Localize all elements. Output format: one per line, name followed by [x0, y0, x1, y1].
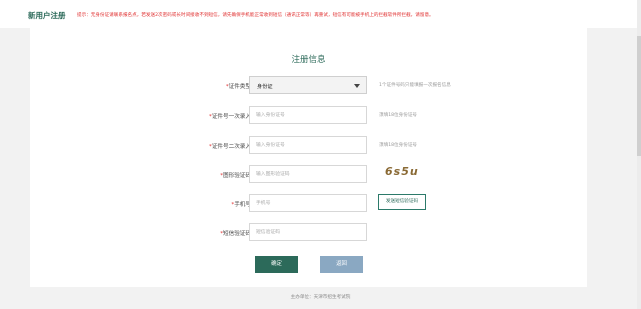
id-first-label-text: 证件号一次录入: [211, 114, 251, 120]
id-second-input[interactable]: [249, 136, 367, 154]
row-id-type: *证件类型 身份证 1个证件号码只能填报一次报名信息: [30, 76, 587, 96]
id-first-hint: 须填18位身份证号: [379, 113, 418, 118]
captcha-image[interactable]: 6s5u: [385, 165, 419, 178]
id-type-label-text: 证件类型: [228, 84, 251, 90]
id-second-hint: 须填18位身份证号: [379, 143, 418, 148]
chevron-down-icon: [354, 84, 360, 88]
row-sms-code: *短信验证码: [30, 223, 587, 243]
form-title: 注册信息: [291, 55, 326, 65]
row-id-first: *证件号一次录入 须填18位身份证号: [30, 106, 587, 126]
id-type-value: 身份证: [257, 84, 273, 90]
captcha-label-text: 图形验证码: [223, 173, 251, 179]
page-title: 新用户注册: [28, 11, 66, 20]
registration-card: 注册信息 *证件类型 身份证 1个证件号码只能填报一次报名信息 *证件号一次录入…: [30, 28, 587, 287]
row-phone: *手机号 发送短信验证码: [30, 194, 587, 214]
notice-text: 提示：无身份证请联系报名点，若发送2次密码或长时间接收不到短信，请先确保手机能正…: [77, 13, 434, 18]
captcha-input[interactable]: [249, 165, 367, 183]
captcha-label: *图形验证码: [220, 171, 251, 179]
id-second-label-text: 证件号二次录入: [211, 144, 251, 150]
confirm-button[interactable]: 确定: [255, 256, 298, 273]
id-type-label: *证件类型: [226, 82, 251, 90]
id-type-hint: 1个证件号码只能填报一次报名信息: [379, 83, 451, 88]
sms-code-label-text: 短信验证码: [223, 231, 251, 237]
row-id-second: *证件号二次录入 须填18位身份证号: [30, 136, 587, 156]
top-bar: 新用户注册 提示：无身份证请联系报名点，若发送2次密码或长时间接收不到短信，请先…: [0, 0, 641, 28]
row-captcha: *图形验证码 6s5u: [30, 165, 587, 185]
id-first-input[interactable]: [249, 106, 367, 124]
sms-code-label: *短信验证码: [220, 229, 251, 237]
back-button[interactable]: 返回: [320, 256, 363, 273]
id-type-select[interactable]: 身份证: [249, 76, 367, 94]
scrollbar-thumb[interactable]: [637, 36, 641, 156]
footer-text: 主办单位：天津市招生考试院: [290, 295, 351, 300]
id-first-label: *证件号一次录入: [209, 112, 251, 120]
sms-code-input[interactable]: [249, 223, 367, 241]
id-second-label: *证件号二次录入: [209, 142, 251, 150]
send-sms-code-button[interactable]: 发送短信验证码: [378, 194, 426, 210]
page-scrollbar[interactable]: [637, 0, 641, 309]
phone-input[interactable]: [249, 194, 367, 212]
